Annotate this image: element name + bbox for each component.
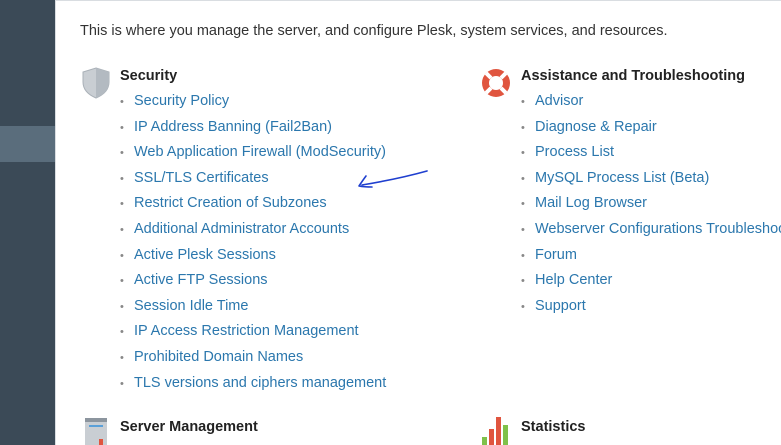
link-ssl-tls-certificates[interactable]: SSL/TLS Certificates bbox=[134, 170, 269, 186]
link-restrict-subzones[interactable]: Restrict Creation of Subzones bbox=[134, 195, 327, 211]
link-active-plesk-sessions[interactable]: Active Plesk Sessions bbox=[134, 247, 276, 263]
sidebar-active-item[interactable] bbox=[0, 126, 55, 162]
page-intro: This is where you manage the server, and… bbox=[80, 23, 668, 39]
list-item: • Diagnose & Repair bbox=[521, 118, 657, 135]
list-item: • Webserver Configurations Troubleshooter bbox=[521, 217, 781, 243]
list-item: • Support bbox=[521, 297, 586, 314]
annotation-arrow bbox=[358, 170, 428, 188]
link-prohibited-domain-names[interactable]: Prohibited Domain Names bbox=[134, 349, 303, 365]
list-item: • SSL/TLS Certificates bbox=[120, 169, 269, 186]
list-item: • Mail Log Browser bbox=[521, 195, 648, 212]
link-webserver-config-troubleshooter[interactable]: Webserver Configurations Troubleshooter bbox=[535, 221, 781, 237]
list-item: • TLS versions and ciphers management bbox=[120, 374, 387, 391]
link-advisor[interactable]: Advisor bbox=[535, 93, 583, 109]
list-item: • IP Address Banning (Fail2Ban) bbox=[120, 118, 333, 135]
list-item: • Help Center bbox=[521, 272, 613, 289]
shield-icon bbox=[82, 67, 110, 104]
security-links: • Security Policy • IP Address Banning (Fa… bbox=[120, 89, 386, 396]
link-mysql-process-list[interactable]: MySQL Process List (Beta) bbox=[535, 170, 709, 186]
list-item: • Active FTP Sessions bbox=[120, 272, 268, 289]
link-tls-versions-ciphers[interactable]: TLS versions and ciphers management bbox=[134, 375, 386, 391]
link-diagnose-repair[interactable]: Diagnose & Repair bbox=[535, 119, 657, 135]
link-session-idle-time[interactable]: Session Idle Time bbox=[134, 298, 248, 314]
list-item: • Security Policy bbox=[120, 93, 230, 109]
sidebar bbox=[0, 0, 55, 445]
list-item: • Prohibited Domain Names bbox=[120, 348, 304, 365]
link-mail-log-browser[interactable]: Mail Log Browser bbox=[535, 195, 647, 211]
list-item: • Forum bbox=[521, 246, 577, 263]
bar-chart-icon bbox=[480, 415, 512, 445]
lifebuoy-icon bbox=[480, 67, 512, 104]
link-support[interactable]: Support bbox=[535, 298, 586, 314]
list-item: • Session Idle Time bbox=[120, 297, 249, 314]
list-item: • Web Application Firewall (ModSecurity) bbox=[120, 144, 386, 161]
list-item: • Active Plesk Sessions bbox=[120, 246, 276, 263]
server-icon bbox=[84, 417, 108, 445]
link-web-application-firewall[interactable]: Web Application Firewall (ModSecurity) bbox=[134, 144, 386, 160]
assistance-title: Assistance and Troubleshooting bbox=[521, 68, 745, 84]
link-forum[interactable]: Forum bbox=[535, 247, 577, 263]
link-help-center[interactable]: Help Center bbox=[535, 272, 612, 288]
assistance-links: • Advisor • Diagnose & Repair • Process Lis… bbox=[521, 89, 781, 319]
list-item: • MySQL Process List (Beta) bbox=[521, 169, 710, 186]
link-additional-admin-accounts[interactable]: Additional Administrator Accounts bbox=[134, 221, 349, 237]
security-title: Security bbox=[120, 68, 178, 84]
list-item: • Restrict Creation of Subzones bbox=[120, 195, 327, 212]
list-item: • Advisor bbox=[521, 93, 584, 109]
list-item: • Process List bbox=[521, 144, 614, 161]
list-item: • Additional Administrator Accounts bbox=[120, 220, 350, 237]
statistics-title: Statistics bbox=[521, 419, 586, 435]
list-item: • IP Access Restriction Management bbox=[120, 323, 359, 340]
server-management-title: Server Management bbox=[120, 419, 258, 435]
link-ip-address-banning[interactable]: IP Address Banning (Fail2Ban) bbox=[134, 119, 332, 135]
link-ip-access-restriction[interactable]: IP Access Restriction Management bbox=[134, 323, 359, 339]
link-active-ftp-sessions[interactable]: Active FTP Sessions bbox=[134, 272, 268, 288]
main-content: This is where you manage the server, and… bbox=[55, 0, 781, 445]
link-process-list[interactable]: Process List bbox=[535, 144, 614, 160]
link-security-policy[interactable]: Security Policy bbox=[134, 93, 229, 109]
